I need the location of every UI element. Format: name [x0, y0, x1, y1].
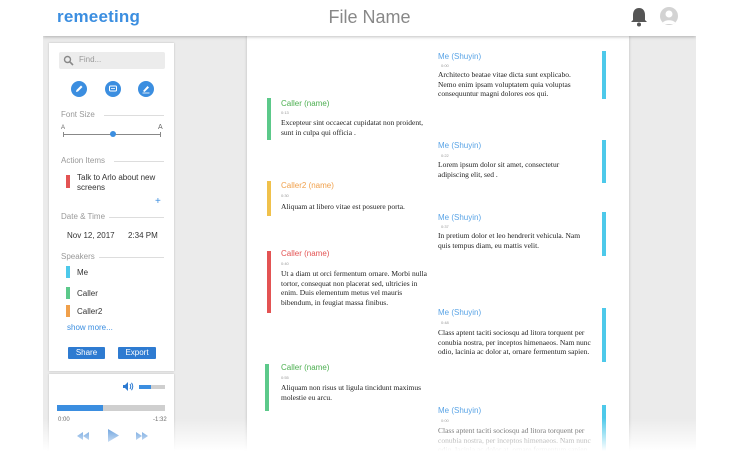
- timestamp: 0:30: [281, 193, 289, 198]
- speaker-name: Caller (name): [281, 249, 330, 258]
- divider: [114, 161, 164, 162]
- show-more-link[interactable]: show more...: [67, 323, 113, 332]
- app-window: remeeting File Name Find... Font Size A …: [43, 0, 696, 451]
- sidebar: Find... Font Size A A Action Items Talk …: [49, 43, 174, 371]
- export-button[interactable]: Export: [118, 347, 156, 359]
- action-item[interactable]: Talk to Arlo about new screens: [77, 173, 167, 193]
- message-text: Excepteur sint occaecat cupidatat non pr…: [281, 118, 424, 137]
- comment-tool-button[interactable]: [105, 81, 121, 97]
- date-value[interactable]: Nov 12, 2017: [67, 231, 115, 240]
- speaker-color-bar: [602, 308, 606, 362]
- speaker-color-bar: [602, 140, 606, 183]
- time-value[interactable]: 2:34 PM: [128, 231, 158, 240]
- message-text: Class aptent taciti sociosqu ad litora t…: [438, 328, 591, 356]
- speaker-name: Me (Shuyin): [438, 141, 482, 150]
- timestamp: 0:48: [441, 320, 449, 325]
- speaker-color-me: [66, 266, 70, 278]
- slider-tick: [160, 132, 161, 137]
- speaker-caller2[interactable]: Caller2: [77, 307, 102, 316]
- message-text: Aliquam at libero vitae est posuere port…: [281, 202, 405, 211]
- message-text: In pretium dolor et leo hendrerit vehicu…: [438, 231, 581, 250]
- font-size-label: Font Size: [61, 110, 95, 119]
- pencil-tool-button[interactable]: [71, 81, 87, 97]
- speakers-label: Speakers: [61, 252, 95, 261]
- speaker-caller[interactable]: Caller: [77, 289, 98, 298]
- speaker-color-bar: [602, 405, 606, 451]
- fast-forward-icon[interactable]: [136, 432, 148, 440]
- file-name-title[interactable]: File Name: [43, 7, 696, 28]
- speaker-name: Caller2 (name): [281, 181, 334, 190]
- timestamp: 0:22: [441, 153, 449, 158]
- remaining-time: -1:32: [153, 417, 167, 423]
- bell-icon[interactable]: [629, 6, 649, 28]
- timestamp: 0:40: [281, 261, 289, 266]
- message-text: Architecto beatae vitae dicta sunt expli…: [438, 70, 571, 98]
- timestamp: 0:55: [281, 375, 289, 380]
- action-items-label: Action Items: [61, 156, 106, 165]
- audio-player: 0:00 -1:32: [49, 374, 174, 451]
- speaker-name: Me (Shuyin): [438, 52, 482, 61]
- volume-level: [139, 385, 151, 389]
- font-size-slider-handle[interactable]: [110, 131, 116, 137]
- speaker-color-caller: [66, 287, 70, 299]
- speaker-color-bar: [267, 251, 271, 313]
- timestamp: 0:00: [441, 63, 449, 68]
- search-icon: [63, 55, 74, 66]
- speaker-name: Me (Shuyin): [438, 308, 482, 317]
- transcript-document: Me (Shuyin) 0:00 Architecto beatae vitae…: [247, 36, 629, 451]
- timestamp: 0:13: [281, 110, 289, 115]
- speaker-name: Caller (name): [281, 363, 330, 372]
- highlight-tool-button[interactable]: [138, 81, 154, 97]
- speaker-color-bar: [267, 98, 271, 140]
- speaker-me[interactable]: Me: [77, 268, 88, 277]
- search-input[interactable]: Find...: [59, 52, 165, 69]
- play-icon[interactable]: [107, 429, 119, 442]
- speaker-name: Caller (name): [281, 99, 330, 108]
- share-button[interactable]: Share: [68, 347, 105, 359]
- message-text: Aliquam non risus ut ligula tincidunt ma…: [281, 383, 421, 402]
- message-text: Ut a diam ut orci fermentum ornare. Morb…: [281, 269, 427, 307]
- message-text: Lorem ipsum dolor sit amet, consectetur …: [438, 160, 560, 179]
- top-bar: remeeting File Name: [43, 0, 696, 36]
- pencil-icon: [76, 85, 83, 92]
- avatar[interactable]: [660, 7, 678, 25]
- action-item-marker: [66, 175, 70, 188]
- font-small-label: A: [61, 125, 66, 131]
- divider: [99, 257, 164, 258]
- message-text: Class aptent taciti sociosqu ad litora t…: [438, 426, 591, 451]
- speaker-name: Me (Shuyin): [438, 406, 482, 415]
- font-large-label: A: [158, 124, 163, 131]
- speaker-color-bar: [602, 212, 606, 256]
- timestamp: 0:00: [441, 418, 449, 423]
- comment-icon: [109, 85, 117, 92]
- divider: [109, 217, 164, 218]
- speaker-color-bar: [267, 181, 271, 216]
- timestamp: 0:37: [441, 224, 449, 229]
- speaker-color-bar: [265, 364, 269, 411]
- speaker-color-bar: [602, 51, 606, 99]
- date-time-label: Date & Time: [61, 212, 106, 221]
- rewind-icon[interactable]: [77, 432, 89, 440]
- speaker-color-caller2: [66, 305, 70, 317]
- playback-progress-fill: [57, 405, 103, 411]
- slider-tick: [63, 132, 64, 137]
- add-action-item-button[interactable]: +: [155, 196, 161, 207]
- search-placeholder: Find...: [79, 55, 102, 64]
- speaker-name: Me (Shuyin): [438, 213, 482, 222]
- elapsed-time: 0:00: [58, 417, 70, 423]
- volume-icon[interactable]: [122, 381, 134, 392]
- highlighter-icon: [142, 86, 150, 94]
- divider: [104, 115, 164, 116]
